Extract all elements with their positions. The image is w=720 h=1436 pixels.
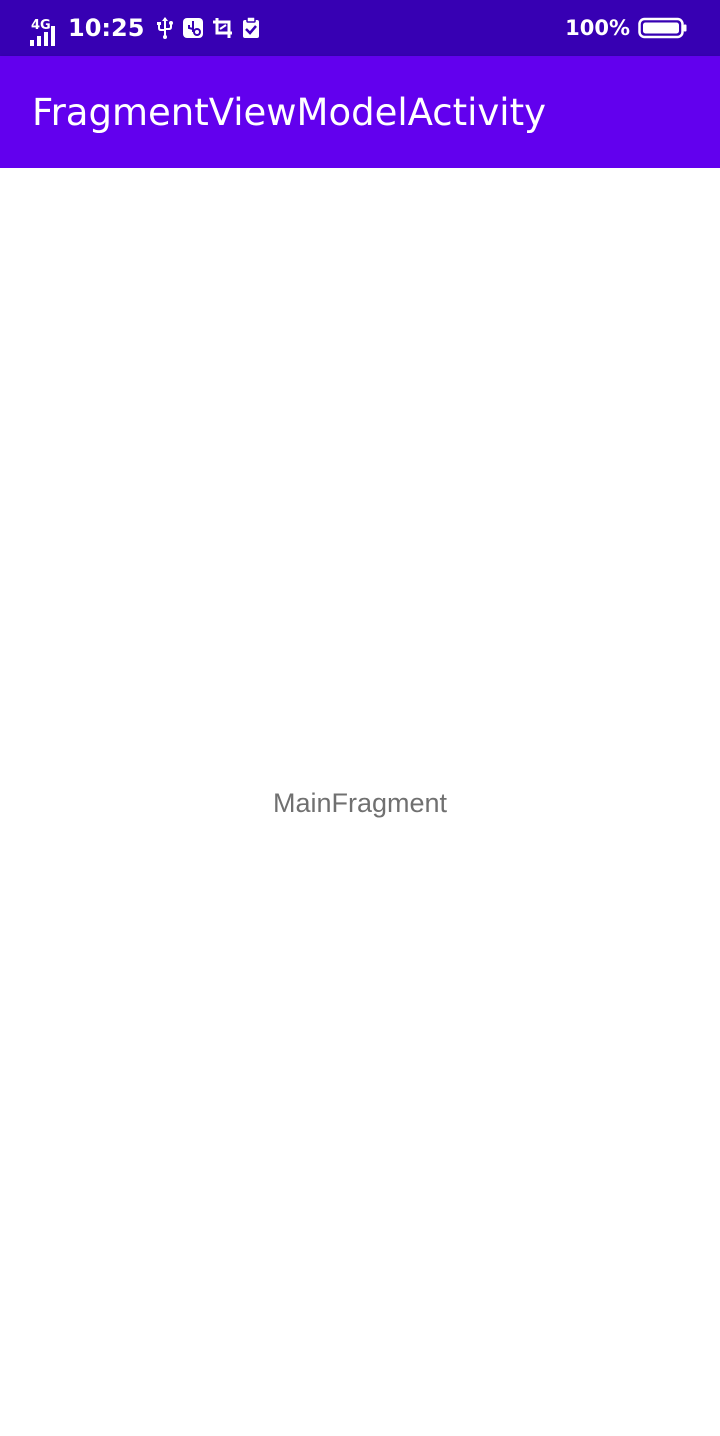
screenshot-icon	[213, 18, 233, 38]
main-fragment-label: MainFragment	[272, 788, 448, 818]
signal-icon	[30, 26, 55, 46]
screen: 4G 10:25 100% FragmentViewModelActivity …	[0, 0, 720, 1436]
status-bar: 4G 10:25 100%	[0, 0, 720, 56]
status-time: 10:25	[68, 14, 145, 42]
app-title: FragmentViewModelActivity	[32, 90, 546, 134]
usb-debug-icon	[183, 18, 204, 38]
fragment-container: MainFragment	[0, 168, 720, 1436]
network-indicator: 4G	[30, 8, 60, 48]
app-bar: FragmentViewModelActivity	[0, 56, 720, 168]
clipboard-check-icon	[243, 16, 260, 38]
status-right: 100%	[565, 0, 688, 56]
usb-icon	[157, 17, 174, 39]
battery-percent: 100%	[565, 16, 630, 40]
status-left: 4G 10:25	[30, 0, 268, 56]
battery-icon	[638, 17, 687, 39]
